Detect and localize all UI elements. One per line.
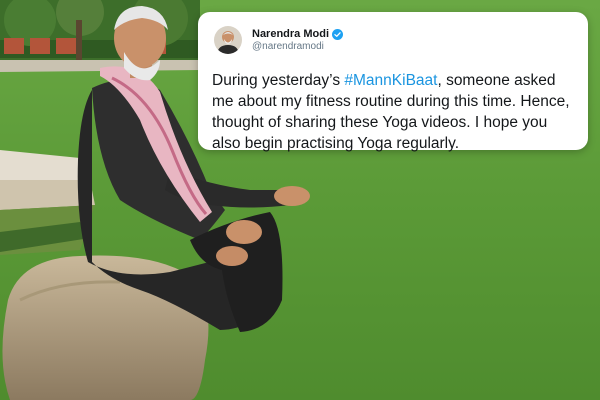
hashtag-link[interactable]: #MannKiBaat xyxy=(344,72,437,89)
tweet-text: During yesterday’s #MannKiBaat, someone … xyxy=(212,70,572,154)
tweet-header: Narendra Modi @narendramodi xyxy=(212,22,574,58)
author-handle[interactable]: @narendramodi xyxy=(252,41,343,53)
avatar-image xyxy=(214,26,242,54)
author-name[interactable]: Narendra Modi xyxy=(252,28,329,41)
verified-badge-icon xyxy=(332,28,344,40)
tweet-card: Narendra Modi @narendramodi During yeste… xyxy=(198,12,588,152)
tweet-text-before: During yesterday’s xyxy=(212,72,345,89)
author-info: Narendra Modi @narendramodi xyxy=(252,28,344,53)
avatar xyxy=(214,26,242,54)
yoga-photo: Narendra Modi @narendramodi During yeste… xyxy=(0,0,600,400)
